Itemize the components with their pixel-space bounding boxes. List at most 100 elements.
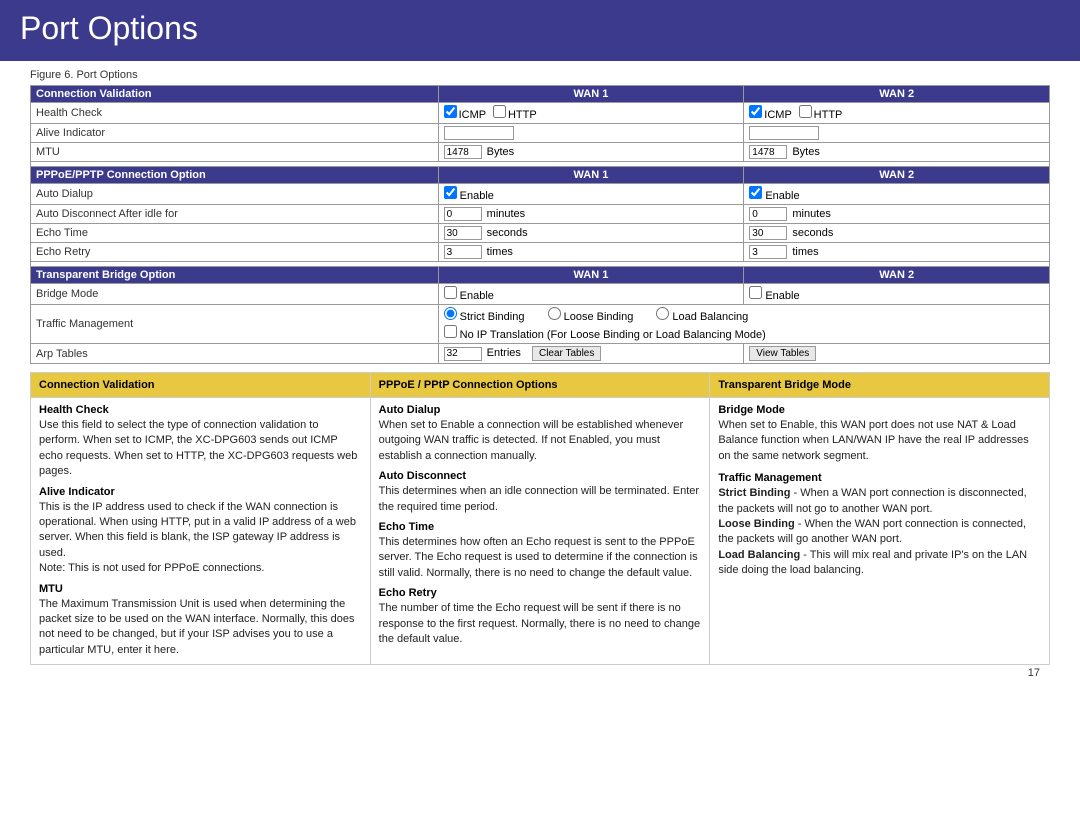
- content-area: Figure 6. Port Options Connection Valida…: [0, 61, 1080, 687]
- echo-retry-desc: The number of time the Echo request will…: [379, 602, 700, 645]
- auto-dialup-row: Auto Dialup Enable Enable: [31, 184, 1050, 205]
- arp-entries-input[interactable]: [444, 347, 482, 361]
- alive-indicator-wan1: [438, 124, 744, 143]
- arp-tables-label: Arp Tables: [31, 344, 439, 364]
- auto-dialup-wan1-check[interactable]: [444, 186, 457, 199]
- view-tables-button[interactable]: View Tables: [749, 346, 816, 361]
- info-col2: Auto Dialup When set to Enable a connect…: [370, 398, 710, 665]
- echo-time-row: Echo Time seconds seconds: [31, 224, 1050, 243]
- mtu-label: MTU: [31, 143, 439, 162]
- section3-label: Transparent Bridge Option: [31, 267, 439, 284]
- loose-binding-radio[interactable]: [548, 307, 561, 320]
- info-content-row: Health Check Use this field to select th…: [31, 398, 1050, 665]
- alive-indicator-wan2-input[interactable]: [749, 126, 819, 140]
- auto-dialup-wan2-check[interactable]: [749, 186, 762, 199]
- traffic-mgmt-term: Traffic Management: [718, 472, 1041, 484]
- loose-binding-desc: Loose Binding - When the WAN port connec…: [718, 518, 1026, 545]
- echo-time-label: Echo Time: [31, 224, 439, 243]
- health-check-label: Health Check: [31, 103, 439, 124]
- health-check-row: Health Check ICMP HTTP ICMP HTTP: [31, 103, 1050, 124]
- section2-wan1: WAN 1: [438, 167, 744, 184]
- section2-wan2: WAN 2: [744, 167, 1050, 184]
- bridge-mode-row: Bridge Mode Enable Enable: [31, 284, 1050, 305]
- section3-wan1: WAN 1: [438, 267, 744, 284]
- info-header-row: Connection Validation PPPoE / PPtP Conne…: [31, 373, 1050, 398]
- alive-indicator-label: Alive Indicator: [31, 124, 439, 143]
- echo-retry-wan2: times: [744, 243, 1050, 262]
- auto-disconnect-desc: This determines when an idle connection …: [379, 485, 699, 512]
- auto-dialup-term: Auto Dialup: [379, 404, 702, 416]
- info-col3: Bridge Mode When set to Enable, this WAN…: [710, 398, 1050, 665]
- info-header-col1: Connection Validation: [31, 373, 371, 398]
- traffic-mgmt-label: Traffic Management: [31, 305, 439, 344]
- bridge-mode-desc: When set to Enable, this WAN port does n…: [718, 419, 1028, 462]
- traffic-mgmt-value: Strict Binding Loose Binding Load Balanc…: [438, 305, 1049, 344]
- alive-indicator-wan2: [744, 124, 1050, 143]
- clear-tables-button[interactable]: Clear Tables: [532, 346, 601, 361]
- auto-disconnect-wan1-input[interactable]: [444, 207, 482, 221]
- hc-http-wan2-check[interactable]: [799, 105, 812, 118]
- strict-binding-desc: Strict Binding - When a WAN port connect…: [718, 487, 1026, 514]
- bridge-mode-term: Bridge Mode: [718, 404, 1041, 416]
- mtu-row: MTU Bytes Bytes: [31, 143, 1050, 162]
- no-ip-translation-check[interactable]: [444, 325, 457, 338]
- mtu-wan1-input[interactable]: [444, 145, 482, 159]
- health-check-wan1: ICMP HTTP: [438, 103, 744, 124]
- echo-retry-term: Echo Retry: [379, 587, 702, 599]
- echo-time-wan2: seconds: [744, 224, 1050, 243]
- hc-icmp-wan1-check[interactable]: [444, 105, 457, 118]
- bridge-mode-wan1: Enable: [438, 284, 744, 305]
- alive-indicator-term: Alive Indicator: [39, 486, 362, 498]
- echo-retry-wan1-input[interactable]: [444, 245, 482, 259]
- echo-time-desc: This determines how often an Echo reques…: [379, 536, 698, 579]
- section1-wan1: WAN 1: [438, 86, 744, 103]
- auto-disconnect-wan2: minutes: [744, 205, 1050, 224]
- echo-time-term: Echo Time: [379, 521, 702, 533]
- echo-retry-row: Echo Retry times times: [31, 243, 1050, 262]
- echo-time-wan2-input[interactable]: [749, 226, 787, 240]
- auto-dialup-wan2: Enable: [744, 184, 1050, 205]
- hc-icmp-wan2-check[interactable]: [749, 105, 762, 118]
- bridge-mode-wan2: Enable: [744, 284, 1050, 305]
- strict-binding-radio[interactable]: [444, 307, 457, 320]
- page-header: Port Options: [0, 0, 1080, 61]
- echo-time-wan1-input[interactable]: [444, 226, 482, 240]
- hc-http-wan1-check[interactable]: [493, 105, 506, 118]
- alive-indicator-wan1-input[interactable]: [444, 126, 514, 140]
- section1-header-row: Connection Validation WAN 1 WAN 2: [31, 86, 1050, 103]
- page-number: 17: [30, 665, 1050, 679]
- bridge-mode-wan2-check[interactable]: [749, 286, 762, 299]
- section1-label: Connection Validation: [31, 86, 439, 103]
- arp-tables-wan2: View Tables: [744, 344, 1050, 364]
- auto-disconnect-term: Auto Disconnect: [379, 470, 702, 482]
- bridge-mode-label: Bridge Mode: [31, 284, 439, 305]
- auto-dialup-label: Auto Dialup: [31, 184, 439, 205]
- info-table: Connection Validation PPPoE / PPtP Conne…: [30, 372, 1050, 665]
- info-header-col3: Transparent Bridge Mode: [710, 373, 1050, 398]
- info-col1: Health Check Use this field to select th…: [31, 398, 371, 665]
- mtu-wan2-input[interactable]: [749, 145, 787, 159]
- auto-disconnect-wan2-input[interactable]: [749, 207, 787, 221]
- load-balancing-radio[interactable]: [656, 307, 669, 320]
- figure-label: Figure 6. Port Options: [30, 69, 1050, 81]
- binding-options-row: Strict Binding Loose Binding Load Balanc…: [444, 307, 1044, 323]
- auto-dialup-desc: When set to Enable a connection will be …: [379, 419, 684, 462]
- health-check-term: Health Check: [39, 404, 362, 416]
- echo-retry-label: Echo Retry: [31, 243, 439, 262]
- info-header-col2: PPPoE / PPtP Connection Options: [370, 373, 710, 398]
- mtu-wan1: Bytes: [438, 143, 744, 162]
- arp-tables-wan1: Entries Clear Tables: [438, 344, 744, 364]
- section3-header-row: Transparent Bridge Option WAN 1 WAN 2: [31, 267, 1050, 284]
- auto-disconnect-row: Auto Disconnect After idle for minutes m…: [31, 205, 1050, 224]
- auto-disconnect-wan1: minutes: [438, 205, 744, 224]
- mtu-desc: The Maximum Transmission Unit is used wh…: [39, 598, 354, 656]
- bridge-mode-wan1-check[interactable]: [444, 286, 457, 299]
- health-check-wan2: ICMP HTTP: [744, 103, 1050, 124]
- traffic-mgmt-row: Traffic Management Strict Binding Loose …: [31, 305, 1050, 344]
- alive-indicator-row: Alive Indicator: [31, 124, 1050, 143]
- load-balancing-desc: Load Balancing - This will mix real and …: [718, 549, 1027, 576]
- section2-header-row: PPPoE/PPTP Connection Option WAN 1 WAN 2: [31, 167, 1050, 184]
- port-options-table: Connection Validation WAN 1 WAN 2 Health…: [30, 85, 1050, 364]
- section2-label: PPPoE/PPTP Connection Option: [31, 167, 439, 184]
- echo-retry-wan2-input[interactable]: [749, 245, 787, 259]
